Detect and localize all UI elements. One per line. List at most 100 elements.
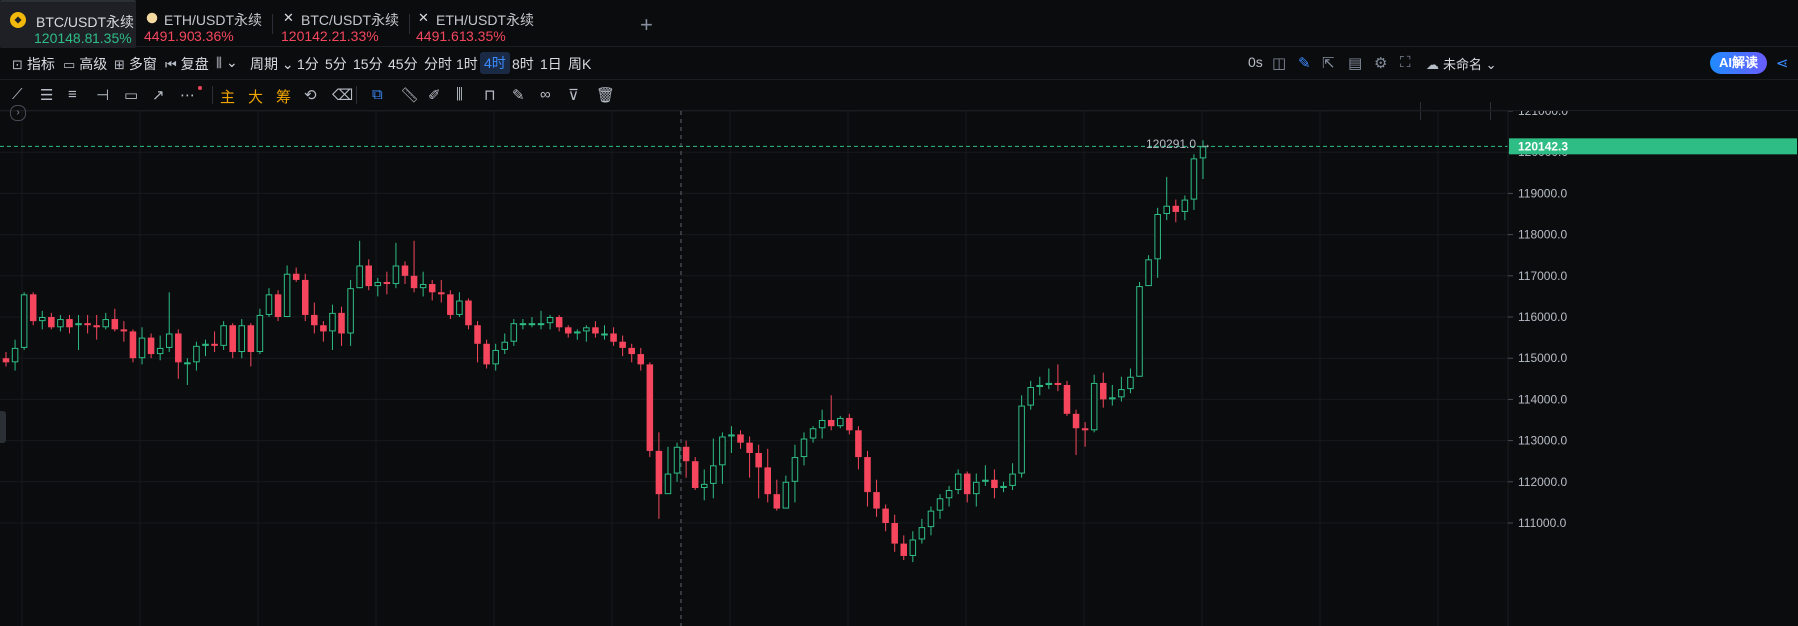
big-order-toggle[interactable]: 大 [248,86,263,107]
candle-body [1145,259,1152,287]
candle-body [918,527,926,540]
note-icon[interactable]: ✎ [512,86,525,104]
candle-body [963,473,971,495]
tab-change-percent: 1.33% [339,28,379,44]
candle-body [474,325,481,344]
interval-4h[interactable]: 4时 [480,52,510,74]
pencil-icon[interactable]: ✎ [1298,54,1311,72]
candle-body [945,490,953,499]
tab-name: BTC/USDT永续 [301,12,399,28]
rectangle-icon[interactable]: ▭ [124,86,138,104]
interval-8h[interactable]: 8时 [512,54,534,74]
eraser-icon[interactable]: ⌫ [332,86,353,104]
candle-body [428,284,436,293]
advanced-button[interactable]: ▭ 高级 [63,54,107,74]
candlestick-icon: ⫼ [216,55,222,70]
candle-body [1127,376,1134,390]
price-tick-label: 111000.0 [1518,516,1567,530]
candle-body [247,325,255,353]
candle-body [2,358,10,363]
main-chart-toggle[interactable]: 主 [220,86,235,107]
candle-body [1154,214,1161,260]
price-tick-label: 117000.0 [1518,269,1567,283]
ruler-icon[interactable]: 📏︎ [400,86,419,104]
candle-body [220,325,227,346]
multi-window-button[interactable]: ⊞ 多窗 [114,54,157,74]
interval-1m[interactable]: 1分 [297,54,319,74]
trend-line-icon[interactable]: ⟋ [12,86,23,103]
collapse-arrow-icon[interactable]: › [10,105,26,121]
chart-type-dropdown[interactable]: ⫼ ⌄ [216,54,238,71]
replay-button[interactable]: ⏮ 复盘 [165,54,209,74]
price-tick-label: 118000.0 [1518,228,1567,242]
side-panel-handle[interactable] [0,411,6,443]
candle-body [809,428,817,439]
interval-45m[interactable]: 45分 [388,54,418,74]
export-icon[interactable]: ⇱ [1322,54,1335,72]
candle-body [664,473,672,495]
candle-body [129,331,137,359]
chip-distribution-toggle[interactable]: 筹 [276,86,291,107]
interval-5m[interactable]: 5分 [325,54,347,74]
layout-name-dropdown[interactable]: ☁ 未命名 ⌄ [1426,54,1497,73]
share-icon[interactable]: ⋖ [1776,54,1789,72]
candle-body [519,323,527,326]
lock-icon[interactable]: ⊓ [484,86,496,104]
countdown-timer: 0s [1248,54,1263,70]
interval-1d[interactable]: 1日 [540,54,562,74]
tab-btc-usdt-perp-2[interactable]: ✕ BTC/USDT永续 120142.2 1.33% [273,0,409,46]
candle-body [1163,205,1170,215]
x-icon[interactable]: ✕ [418,10,429,26]
candle-body [456,300,463,315]
camera-icon[interactable]: ◫ [1272,54,1286,72]
candle-body [846,417,853,431]
candle-body [782,481,790,509]
trash-icon[interactable]: 🗑︎ [596,86,615,104]
chart-window-icon: ▭ [63,57,76,72]
candle-body [383,281,391,285]
brush-icon[interactable]: ✐ [428,86,441,104]
horizontal-ray-icon[interactable]: ⊣ [96,86,109,104]
candle-body [746,442,753,453]
link-icon[interactable]: ∞ [540,86,551,103]
candle-body [465,300,472,326]
candle-body [256,314,264,353]
more-tools-icon[interactable]: ⋯ [180,86,195,104]
tab-eth-usdt-perp-1[interactable]: ETH/USDT永续 4491.90 3.36% [136,0,272,46]
candle-body [66,319,73,328]
gear-icon[interactable]: ⚙ [1374,54,1387,72]
candlestick-chart[interactable]: 120291.0 →121000.0120000.0119000.0118000… [0,105,1798,626]
interval-weekly[interactable]: 周K [568,54,591,74]
indicator-label: 指标 [26,56,55,72]
layout-icon[interactable]: ▤ [1348,54,1362,72]
interval-timeshare[interactable]: 分时 [424,54,452,74]
interval-1h[interactable]: 1时 [456,54,478,74]
candle-body [265,294,273,315]
candle-body [1090,382,1098,431]
arrow-icon[interactable]: ↗ [152,86,165,104]
horizontal-lines-icon[interactable]: ☰ [40,86,53,104]
tab-eth-usdt-perp-2[interactable]: ✕ ETH/USDT永续 4491.61 3.35% [410,0,546,46]
parallel-lines-icon[interactable]: ≡ [68,86,77,103]
add-tab-button[interactable]: + [640,12,653,38]
copy-icon[interactable]: ⧉ [372,86,383,103]
tab-btc-usdt-perp-1[interactable]: BTC/USDT永续 120148.8 1.35% [0,0,136,48]
tab-name: ETH/USDT永续 [436,12,534,28]
x-icon[interactable]: ✕ [283,10,294,26]
filter-icon[interactable]: ⊽ [568,86,579,104]
candle-body [120,329,128,332]
period-dropdown[interactable]: 周期 ⌄ [250,54,294,74]
candle-body [156,347,164,355]
candle-body [691,461,699,488]
candle-body [356,265,363,289]
indicator-button[interactable]: ⊡ 指标 [12,54,55,74]
tab-change-percent: 3.35% [466,28,506,44]
interval-15m[interactable]: 15分 [353,54,383,74]
ai-interpret-button[interactable]: AI解读 [1710,52,1767,74]
candle-pattern-icon[interactable]: ⫼ [456,86,463,103]
magnet-icon[interactable]: ⟲ [304,86,317,104]
candle-body [991,479,998,488]
fullscreen-icon[interactable]: ⛶ [1400,54,1411,71]
candle-body [102,319,110,328]
chart-canvas[interactable]: 120291.0 →121000.0120000.0119000.0118000… [0,111,1798,626]
